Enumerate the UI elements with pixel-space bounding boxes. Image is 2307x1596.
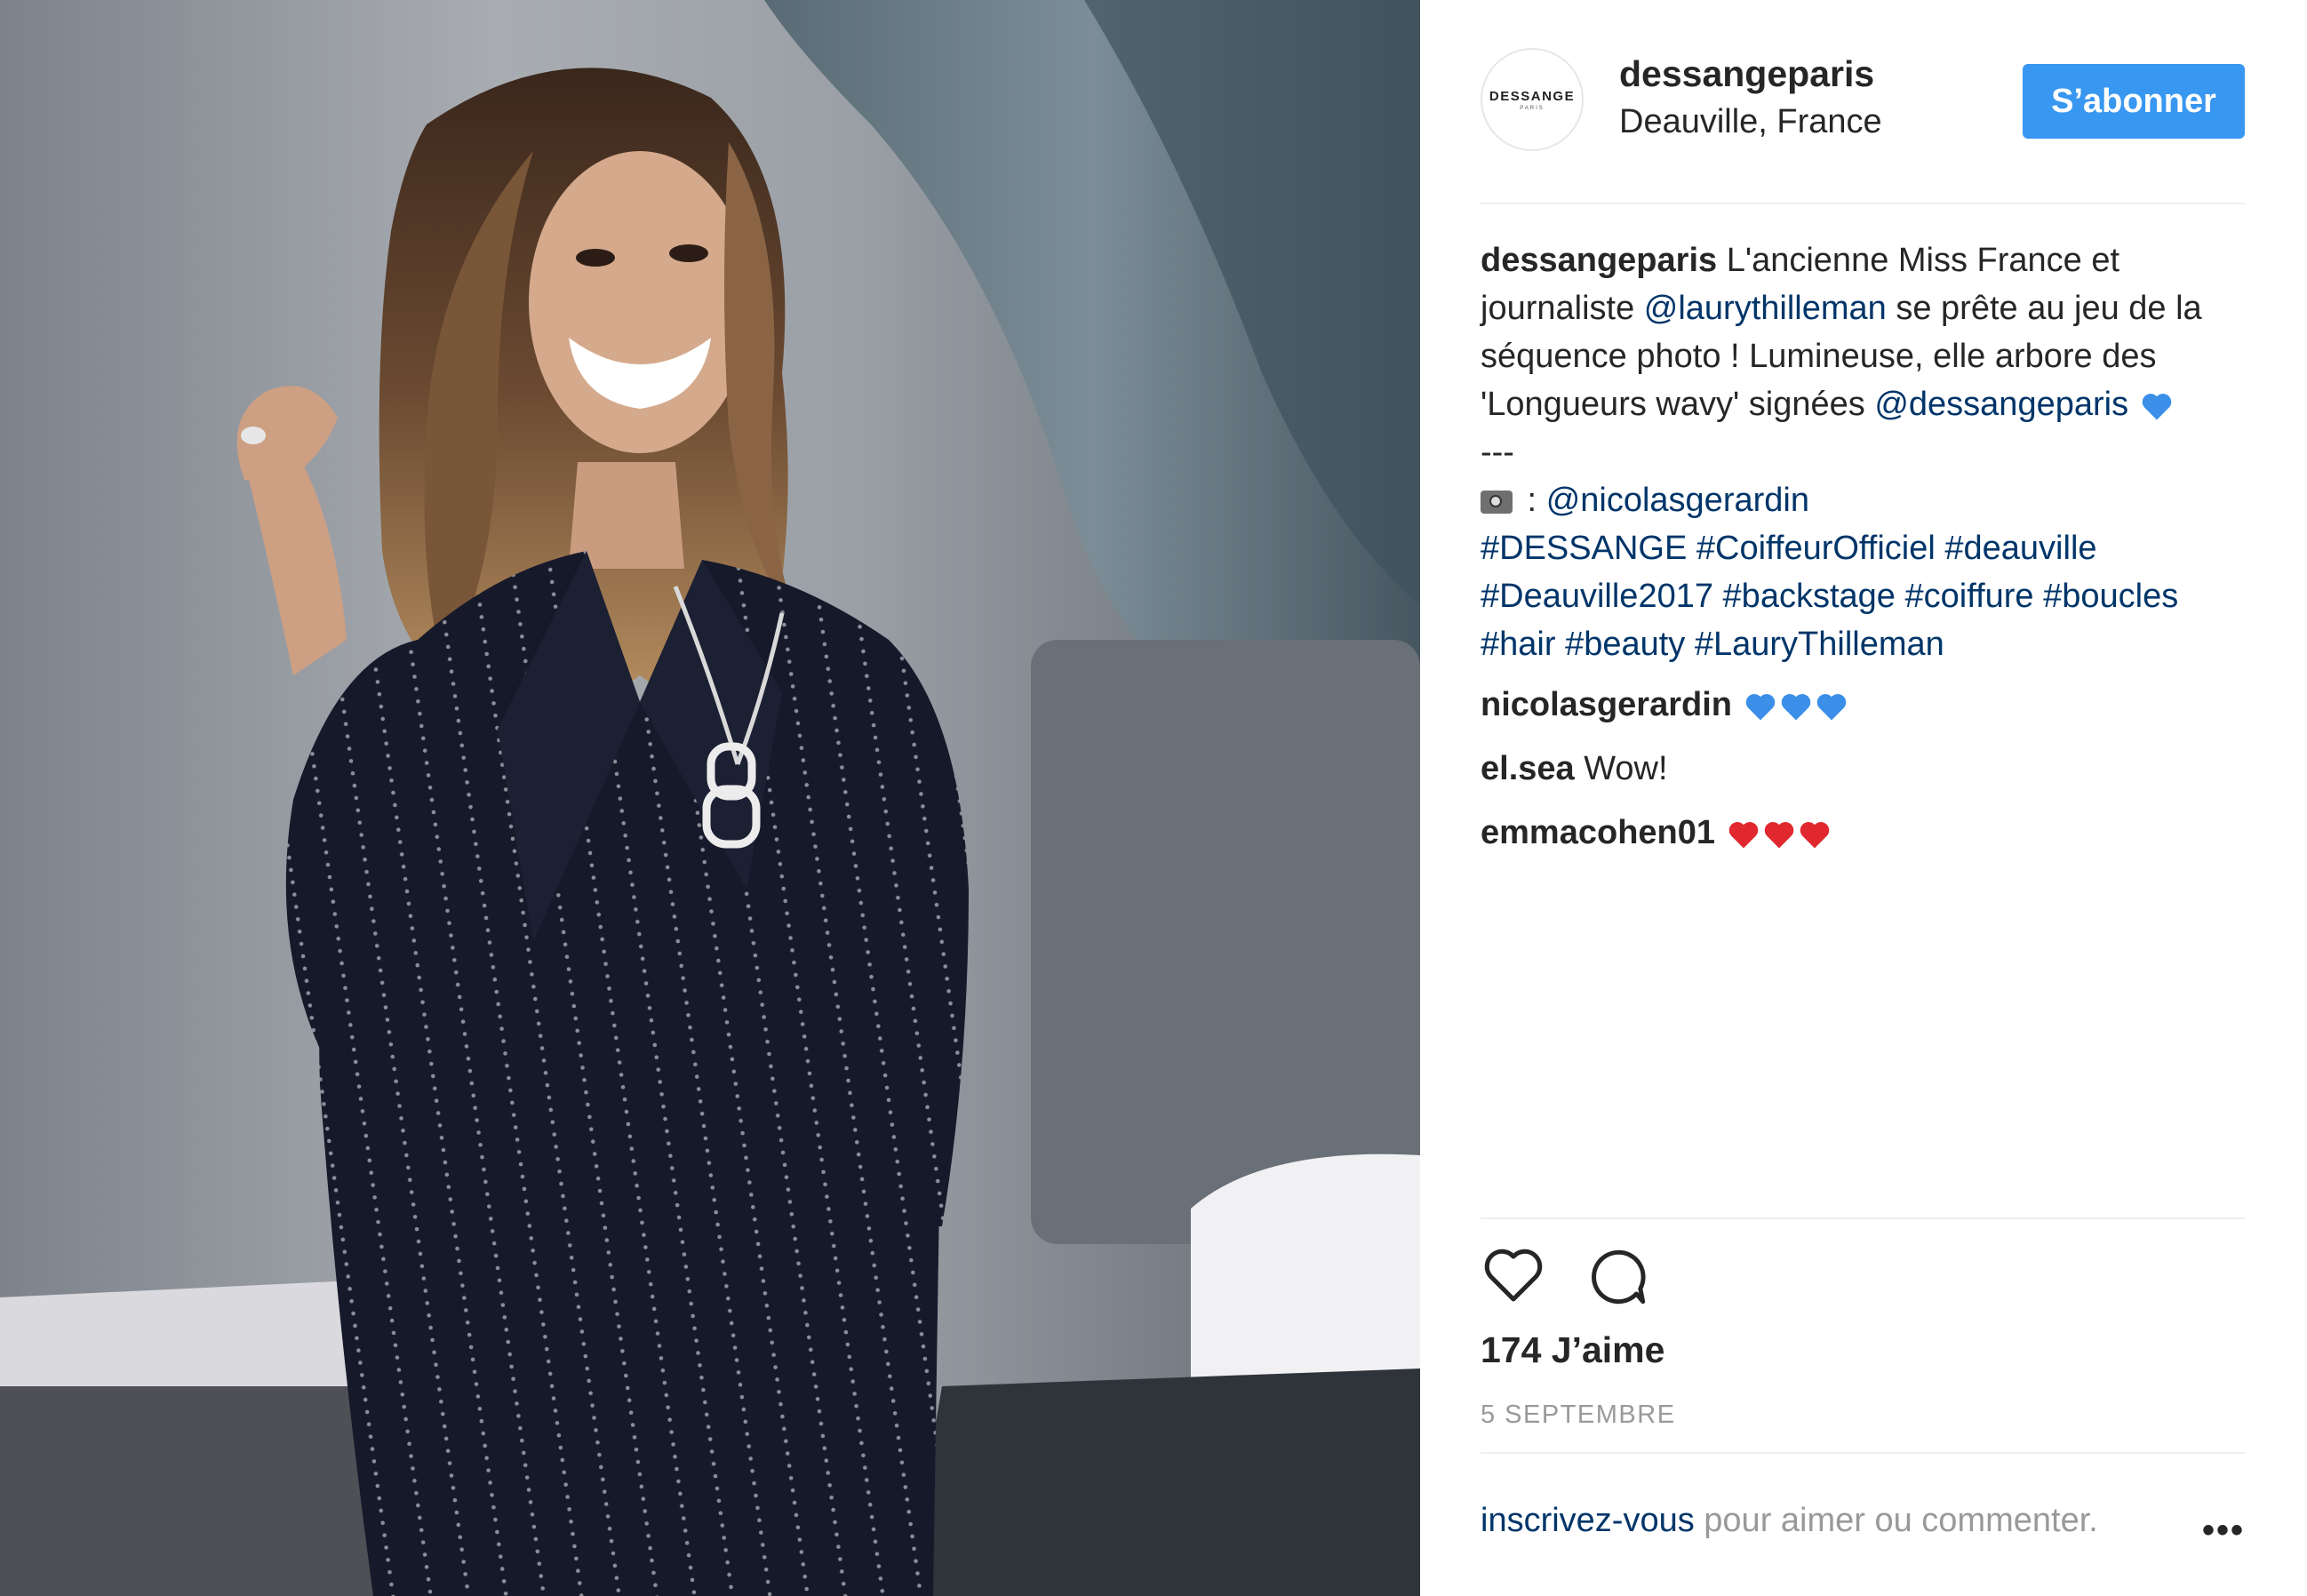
comment-item: nicolasgerardin bbox=[1481, 681, 2252, 745]
login-prompt: inscrivez-vous pour aimer ou commenter. bbox=[1481, 1502, 2098, 1540]
comment-username[interactable]: emmacohen01 bbox=[1481, 814, 1715, 851]
post-photo[interactable] bbox=[0, 0, 1420, 1596]
hashtag-link[interactable]: #beauty bbox=[1565, 626, 1685, 663]
login-prompt-text: pour aimer ou commenter. bbox=[1694, 1502, 2098, 1539]
hashtag-link[interactable]: #deauville bbox=[1944, 530, 2096, 567]
post-header: DESSANGE PARIS dessangeparis Deauville, … bbox=[1481, 48, 2245, 155]
red-heart-icon bbox=[1728, 822, 1758, 849]
hashtag-link[interactable]: #Deauville2017 bbox=[1481, 578, 1713, 615]
post-caption: dessangeparis L'ancienne Miss France et … bbox=[1481, 236, 2252, 668]
hashtag-link[interactable]: #DESSANGE bbox=[1481, 530, 1687, 567]
avatar[interactable]: DESSANGE PARIS bbox=[1481, 48, 1584, 151]
heart-outline-icon bbox=[1484, 1249, 1543, 1302]
hashtag-link[interactable]: #LauryThilleman bbox=[1695, 626, 1944, 663]
comment-item: emmacohen01 bbox=[1481, 809, 2252, 873]
like-button[interactable] bbox=[1481, 1246, 1546, 1309]
hashtag-link[interactable]: #CoiffeurOfficiel bbox=[1696, 530, 1936, 567]
comment-text: Wow! bbox=[1584, 750, 1668, 787]
avatar-logo-sub: PARIS bbox=[1520, 105, 1545, 111]
hashtag-link[interactable]: #coiffure bbox=[1904, 578, 2033, 615]
comment-list: nicolasgerardin el.sea Wow! emmacohen01 bbox=[1481, 681, 2252, 873]
more-options-button[interactable]: ••• bbox=[2202, 1511, 2245, 1551]
header-divider bbox=[1481, 203, 2245, 204]
blue-heart-icon bbox=[1781, 694, 1810, 721]
blue-heart-icon bbox=[1816, 694, 1846, 721]
post-location[interactable]: Deauville, France bbox=[1619, 103, 1882, 141]
post-date[interactable]: 5 SEPTEMBRE bbox=[1481, 1400, 1676, 1430]
hashtag-link[interactable]: #backstage bbox=[1723, 578, 1896, 615]
comment-button[interactable] bbox=[1587, 1246, 1649, 1313]
actions-divider bbox=[1481, 1217, 2245, 1219]
avatar-logo: DESSANGE bbox=[1489, 88, 1576, 104]
camera-emoji-icon bbox=[1481, 490, 1513, 514]
mention-link[interactable]: @laurythilleman bbox=[1644, 290, 1887, 327]
footer-divider bbox=[1481, 1452, 2245, 1454]
mention-link[interactable]: @dessangeparis bbox=[1874, 386, 2128, 423]
blue-heart-icon bbox=[1745, 694, 1775, 721]
comment-username[interactable]: nicolasgerardin bbox=[1481, 686, 1732, 723]
post-sidebar: DESSANGE PARIS dessangeparis Deauville, … bbox=[1420, 0, 2307, 1596]
follow-button[interactable]: S’abonner bbox=[2023, 64, 2245, 139]
hashtag-link[interactable]: #hair bbox=[1481, 626, 1556, 663]
caption-separator: --- bbox=[1481, 434, 1514, 471]
author-username[interactable]: dessangeparis bbox=[1619, 53, 1874, 95]
red-heart-icon bbox=[1764, 822, 1793, 849]
blue-heart-icon bbox=[2142, 394, 2171, 420]
hashtag-link[interactable]: #boucles bbox=[2043, 578, 2178, 615]
comment-username[interactable]: el.sea bbox=[1481, 750, 1575, 787]
red-heart-icon bbox=[1800, 822, 1829, 849]
mention-link[interactable]: @nicolasgerardin bbox=[1546, 482, 1809, 519]
caption-photo-credit-prefix: : bbox=[1518, 482, 1546, 519]
caption-username[interactable]: dessangeparis bbox=[1481, 242, 1717, 279]
likes-count[interactable]: 174 J’aime bbox=[1481, 1329, 1664, 1371]
speech-bubble-icon bbox=[1592, 1249, 1646, 1305]
signup-link[interactable]: inscrivez-vous bbox=[1481, 1502, 1695, 1539]
comment-item: el.sea Wow! bbox=[1481, 745, 2252, 809]
post-photo-illustration bbox=[0, 0, 1420, 1596]
